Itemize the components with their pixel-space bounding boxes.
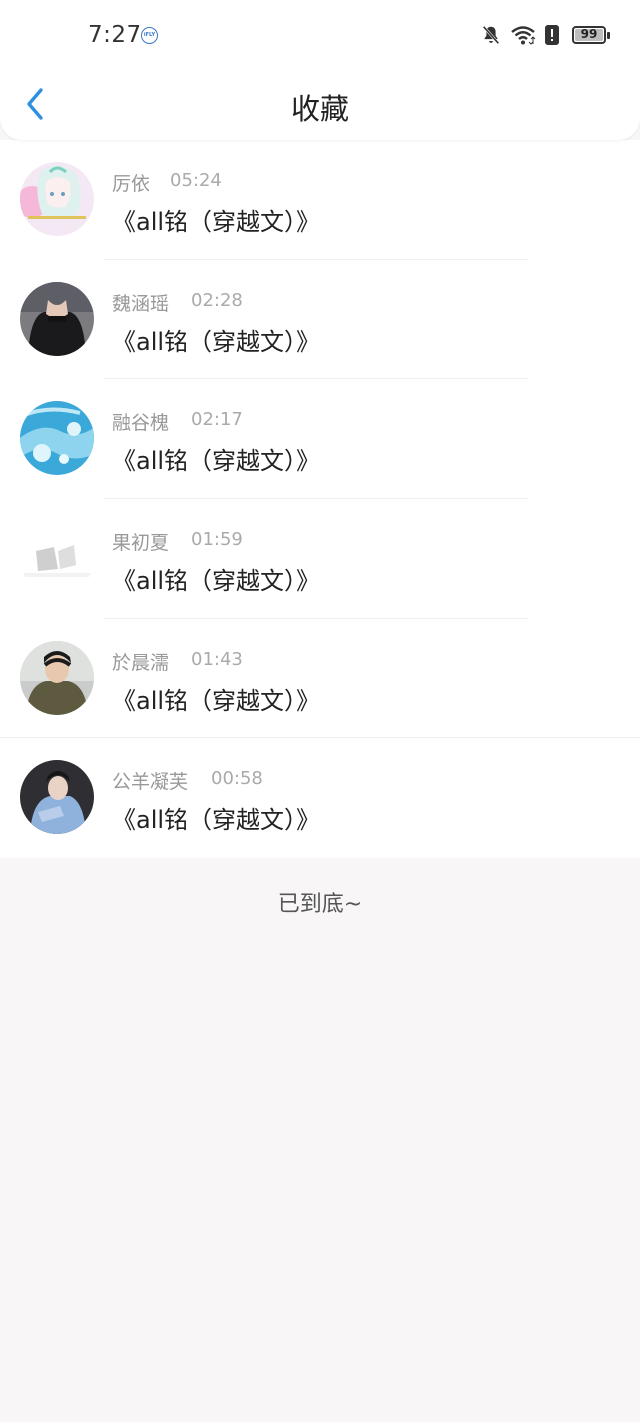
timestamp: 02:28 — [191, 289, 243, 311]
user-name: 魏涵瑶 — [112, 292, 170, 315]
status-bar: 7:27 iFLY 99 — [0, 0, 640, 70]
top-header: 7:27 iFLY 99 收藏 — [0, 0, 640, 140]
user-name: 公羊凝芙 — [112, 771, 189, 794]
book-title[interactable]: 《all铭（穿越文）》 — [112, 561, 320, 596]
avatar[interactable] — [20, 521, 94, 596]
user-name: 果初夏 — [112, 532, 170, 555]
list-item[interactable]: 果初夏 01:59 《all铭（穿越文）》 — [0, 499, 640, 619]
list-item[interactable]: 公羊凝芙 00:58 《all铭（穿越文）》 — [0, 738, 640, 858]
avatar[interactable] — [20, 281, 94, 356]
book-title[interactable]: 《all铭（穿越文）》 — [112, 322, 320, 357]
timestamp: 01:59 — [191, 529, 243, 551]
user-name: 融谷槐 — [112, 412, 170, 435]
timestamp: 02:17 — [191, 409, 243, 431]
book-title[interactable]: 《all铭（穿越文）》 — [112, 800, 320, 835]
timestamp: 00:58 — [211, 768, 263, 790]
bell-off-icon — [482, 25, 500, 45]
favorites-list: 厉依 05:24 《all铭（穿越文）》 魏涵瑶 02:28 《all铭（穿越文… — [0, 140, 640, 859]
list-item[interactable]: 融谷槐 02:17 《all铭（穿越文）》 — [0, 379, 640, 500]
status-time: 7:27 — [88, 22, 142, 48]
user-name: 厉依 — [112, 173, 151, 195]
avatar[interactable] — [20, 760, 94, 835]
list-item[interactable]: 厉依 05:24 《all铭（穿越文）》 — [0, 140, 640, 260]
user-name: 於晨濡 — [112, 651, 170, 674]
avatar[interactable] — [20, 401, 94, 476]
status-icons: 99 — [480, 23, 610, 47]
end-of-list-text: 已到底~ — [277, 892, 363, 917]
book-title[interactable]: 《all铭（穿越文）》 — [112, 681, 320, 716]
book-title[interactable]: 《all铭（穿越文）》 — [112, 202, 320, 237]
battery-icon: 99 — [572, 26, 610, 44]
timestamp: 01:43 — [191, 648, 243, 670]
battery-text: 99 — [580, 27, 598, 41]
timestamp: 05:24 — [170, 170, 222, 191]
list-item[interactable]: 魏涵瑶 02:28 《all铭（穿越文）》 — [0, 260, 640, 380]
ifly-icon: iFLY — [141, 27, 158, 44]
list-item[interactable]: 於晨濡 01:43 《all铭（穿越文）》 — [0, 619, 640, 739]
avatar[interactable] — [20, 162, 94, 236]
alert-icon — [545, 25, 559, 45]
page-title: 收藏 — [290, 92, 349, 126]
avatar[interactable] — [20, 640, 94, 715]
wifi-icon — [511, 26, 536, 45]
book-title[interactable]: 《all铭（穿越文）》 — [112, 441, 320, 476]
